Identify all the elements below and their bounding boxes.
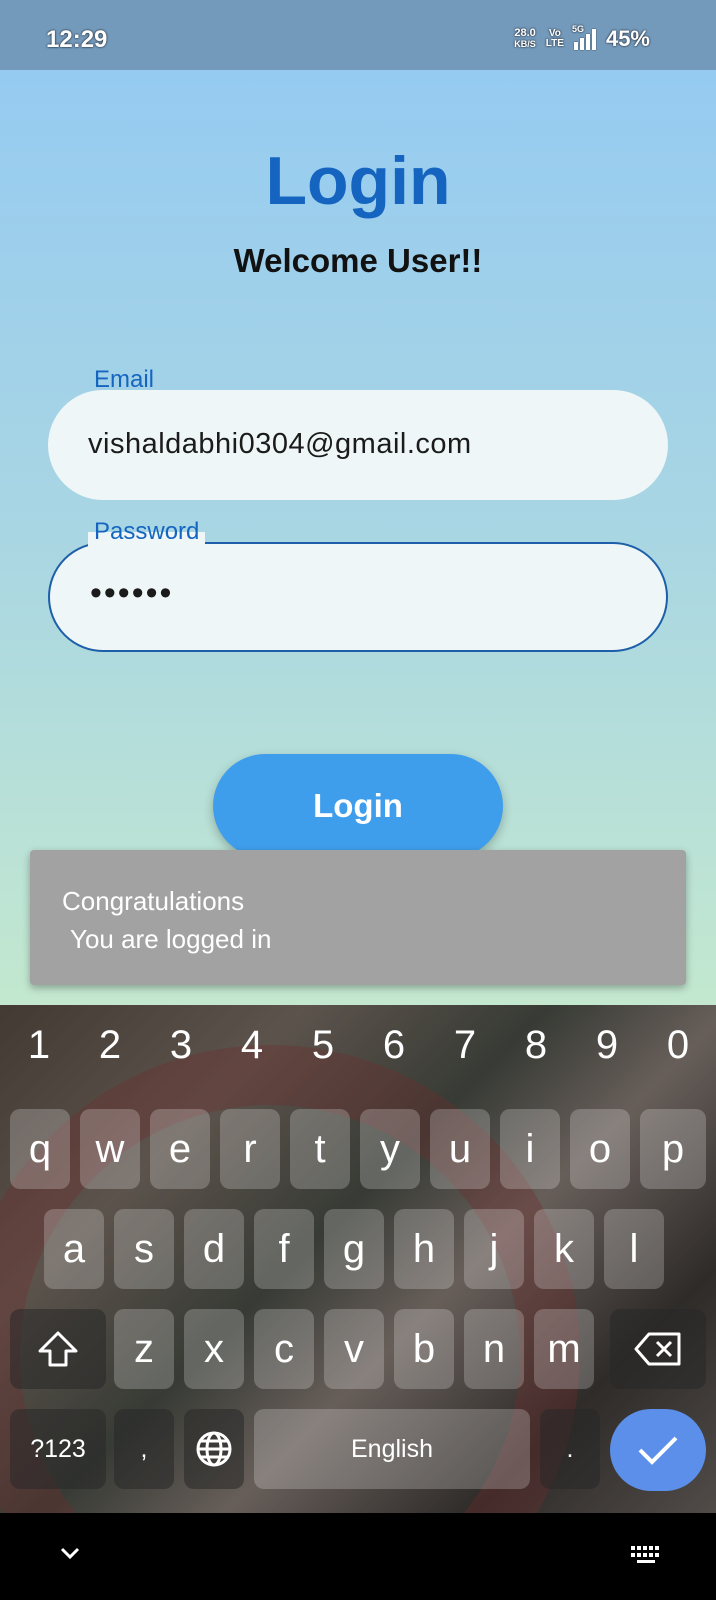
password-value: •••••• <box>90 574 174 612</box>
key-6[interactable]: 6 <box>359 1023 429 1068</box>
backspace-icon <box>634 1332 681 1366</box>
email-value: vishaldabhi0304@gmail.com <box>88 428 472 460</box>
symbols-key[interactable]: ?123 <box>10 1409 106 1489</box>
key-b[interactable]: b <box>394 1309 454 1389</box>
shift-icon <box>38 1331 78 1367</box>
status-icons: 28.0 KB/S Vo LTE 5G 45% <box>514 24 650 52</box>
signal-icon: 5G <box>572 24 596 50</box>
login-button[interactable]: Login <box>213 754 503 858</box>
language-key[interactable] <box>184 1409 244 1489</box>
key-9[interactable]: 9 <box>572 1023 642 1068</box>
period-key[interactable]: . <box>540 1409 600 1489</box>
toast-message: Congratulations You are logged in <box>30 850 686 985</box>
navigation-bar <box>0 1513 716 1600</box>
key-s[interactable]: s <box>114 1209 174 1289</box>
email-field[interactable]: vishaldabhi0304@gmail.com <box>48 390 668 500</box>
key-c[interactable]: c <box>254 1309 314 1389</box>
email-label: Email <box>94 366 155 393</box>
key-l[interactable]: l <box>604 1209 664 1289</box>
welcome-text: Welcome User!! <box>233 242 483 279</box>
key-y[interactable]: y <box>360 1109 420 1189</box>
key-k[interactable]: k <box>534 1209 594 1289</box>
key-0[interactable]: 0 <box>643 1023 713 1068</box>
space-key[interactable]: English <box>254 1409 530 1489</box>
key-2[interactable]: 2 <box>75 1023 145 1068</box>
check-icon <box>638 1436 678 1465</box>
net-speed-value: 28.0 <box>514 27 536 39</box>
net-speed: 28.0 KB/S <box>514 28 536 50</box>
key-1[interactable]: 1 <box>4 1023 74 1068</box>
key-j[interactable]: j <box>464 1209 524 1289</box>
key-r[interactable]: r <box>220 1109 280 1189</box>
shift-key[interactable] <box>10 1309 106 1389</box>
comma-key[interactable]: , <box>114 1409 174 1489</box>
key-g[interactable]: g <box>324 1209 384 1289</box>
key-m[interactable]: m <box>534 1309 594 1389</box>
key-5[interactable]: 5 <box>288 1023 358 1068</box>
key-v[interactable]: v <box>324 1309 384 1389</box>
globe-icon <box>196 1431 232 1467</box>
backspace-key[interactable] <box>610 1309 706 1389</box>
net-speed-unit: KB/S <box>514 39 536 49</box>
volte-indicator: Vo LTE <box>546 29 564 49</box>
network-type: 5G <box>571 24 584 34</box>
key-a[interactable]: a <box>44 1209 104 1289</box>
key-p[interactable]: p <box>640 1109 706 1189</box>
battery-level: 45% <box>605 26 650 51</box>
password-field[interactable]: •••••• <box>48 542 668 652</box>
keyboard: 1 2 3 4 5 6 7 8 9 0 q w e r t y u i o p … <box>0 1005 716 1513</box>
key-d[interactable]: d <box>184 1209 244 1289</box>
status-bar: 12:29 28.0 KB/S Vo LTE 5G 45% <box>0 0 716 70</box>
password-label: Password <box>88 518 206 546</box>
chevron-down-icon[interactable] <box>58 1541 82 1565</box>
key-o[interactable]: o <box>570 1109 630 1189</box>
key-z[interactable]: z <box>114 1309 174 1389</box>
key-f[interactable]: f <box>254 1209 314 1289</box>
toast-line-1: Congratulations <box>62 886 245 916</box>
status-time: 12:29 <box>46 26 108 53</box>
key-w[interactable]: w <box>80 1109 140 1189</box>
key-n[interactable]: n <box>464 1309 524 1389</box>
key-8[interactable]: 8 <box>501 1023 571 1068</box>
login-screen: Login Welcome User!! vishaldabhi0304@gma… <box>0 70 716 1005</box>
key-e[interactable]: e <box>150 1109 210 1189</box>
key-7[interactable]: 7 <box>430 1023 500 1068</box>
enter-key[interactable] <box>610 1409 706 1491</box>
volte-bottom: LTE <box>545 38 564 49</box>
key-u[interactable]: u <box>430 1109 490 1189</box>
key-3[interactable]: 3 <box>146 1023 216 1068</box>
key-4[interactable]: 4 <box>217 1023 287 1068</box>
key-q[interactable]: q <box>10 1109 70 1189</box>
page-title: Login <box>265 143 451 219</box>
keyboard-icon[interactable] <box>630 1545 664 1565</box>
key-i[interactable]: i <box>500 1109 560 1189</box>
key-t[interactable]: t <box>290 1109 350 1189</box>
toast-line-2: You are logged in <box>70 924 272 954</box>
key-x[interactable]: x <box>184 1309 244 1389</box>
key-h[interactable]: h <box>394 1209 454 1289</box>
